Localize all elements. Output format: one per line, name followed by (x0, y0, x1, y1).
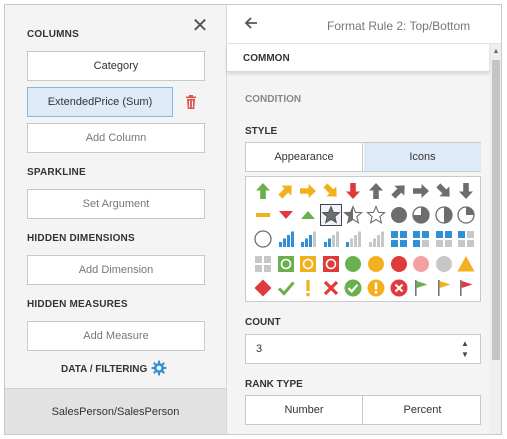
triangle-up-green-icon[interactable] (298, 205, 318, 225)
icons-tab[interactable]: Icons (364, 143, 481, 171)
hidden-measures-section-title: HIDDEN MEASURES (27, 299, 128, 310)
diamond-red-icon[interactable] (253, 278, 273, 298)
dashboard-designer-frame: ✕ COLUMNS Category ExtendedPrice (Sum) A… (4, 4, 502, 435)
rule-settings-scroll-area: CONDITION STYLE Appearance Icons COUNT 3… (227, 72, 489, 434)
circle-yellow-icon[interactable] (366, 254, 386, 274)
rank-type-section-title: RANK TYPE (245, 379, 303, 390)
arrow-up-right-gray-icon[interactable] (389, 181, 409, 201)
data-filtering-label: DATA / FILTERING (61, 364, 148, 375)
star-full-icon[interactable] (319, 204, 342, 227)
triangle-warning-yellow-icon[interactable] (456, 254, 476, 274)
cross-red-icon[interactable] (321, 278, 341, 298)
circle-green-icon[interactable] (343, 254, 363, 274)
hidden-dimensions-section-title: HIDDEN DIMENSIONS (27, 233, 135, 244)
boxes-1-icon[interactable] (456, 229, 476, 249)
cross-circle-red-icon[interactable] (389, 278, 409, 298)
flag-red-icon[interactable] (456, 278, 476, 298)
common-section-header[interactable]: COMMON (227, 44, 489, 72)
arrow-down-right-yellow-icon[interactable] (321, 181, 341, 201)
count-value[interactable]: 3 (256, 343, 262, 355)
exclamation-yellow-icon[interactable] (298, 278, 318, 298)
circle-empty-icon[interactable] (253, 229, 273, 249)
bars-3-icon[interactable] (298, 229, 318, 249)
appearance-tab[interactable]: Appearance (246, 143, 363, 171)
square-yellow-icon[interactable] (298, 254, 318, 274)
check-circle-green-icon[interactable] (343, 278, 363, 298)
add-measure-button[interactable]: Add Measure (27, 321, 205, 351)
square-green-icon[interactable] (276, 254, 296, 274)
flag-yellow-icon[interactable] (434, 278, 454, 298)
star-empty-icon[interactable] (366, 205, 386, 225)
style-toggle: Appearance Icons (245, 142, 481, 172)
count-spin-editor[interactable]: 3 ▲ ▼ (245, 334, 481, 364)
arrow-up-gray-icon[interactable] (366, 181, 386, 201)
column-extendedprice-button[interactable]: ExtendedPrice (Sum) (27, 87, 173, 117)
square-red-icon[interactable] (321, 254, 341, 274)
set-argument-button[interactable]: Set Argument (27, 189, 205, 219)
circle-full-gray-icon[interactable] (389, 205, 409, 225)
boxes-3-icon[interactable] (411, 229, 431, 249)
star-half-icon[interactable] (343, 205, 364, 225)
circle-quarter-icon[interactable] (456, 205, 476, 225)
spin-down-icon[interactable]: ▼ (458, 350, 472, 360)
arrow-up-right-yellow-icon[interactable] (276, 181, 296, 201)
scrollbar-thumb[interactable] (492, 60, 500, 360)
triangle-down-red-icon[interactable] (276, 205, 296, 225)
arrow-down-right-gray-icon[interactable] (434, 181, 454, 201)
bars-2-icon[interactable] (321, 229, 341, 249)
bars-0-icon[interactable] (366, 229, 386, 249)
vertical-scrollbar[interactable]: ▲ (489, 44, 501, 434)
boxes-0-icon[interactable] (253, 254, 273, 274)
check-green-icon[interactable] (276, 278, 296, 298)
circle-red-icon[interactable] (389, 254, 409, 274)
icon-grid (245, 176, 481, 302)
format-rule-panel: Format Rule 2: Top/Bottom COMMON CONDITI… (227, 5, 501, 434)
circle-three-quarter-icon[interactable] (411, 205, 431, 225)
circle-gray-icon[interactable] (434, 254, 454, 274)
gear-icon[interactable] (151, 360, 167, 376)
arrow-down-red-icon[interactable] (343, 181, 363, 201)
spin-up-icon[interactable]: ▲ (458, 339, 472, 349)
column-category-button[interactable]: Category (27, 51, 205, 81)
circle-pink-icon[interactable] (411, 254, 431, 274)
bars-4-icon[interactable] (276, 229, 296, 249)
sparkline-section-title: SPARKLINE (27, 167, 86, 178)
circle-half-icon[interactable] (434, 205, 454, 225)
arrow-down-gray-icon[interactable] (456, 181, 476, 201)
condition-section-title: CONDITION (245, 94, 302, 105)
exclamation-circle-yellow-icon[interactable] (366, 278, 386, 298)
rank-number-option[interactable]: Number (246, 396, 363, 424)
count-section-title: COUNT (245, 317, 281, 328)
arrow-right-yellow-icon[interactable] (298, 181, 318, 201)
arrow-right-gray-icon[interactable] (411, 181, 431, 201)
add-column-button[interactable]: Add Column (27, 123, 205, 153)
arrow-up-green-icon[interactable] (253, 181, 273, 201)
bars-1-icon[interactable] (343, 229, 363, 249)
common-section-title: COMMON (243, 53, 290, 64)
rule-title: Format Rule 2: Top/Bottom (327, 19, 471, 33)
style-section-title: STYLE (245, 126, 278, 137)
bottom-dimension-item[interactable]: SalesPerson/SalesPerson (5, 388, 226, 434)
columns-section-title: COLUMNS (27, 29, 79, 40)
add-dimension-button[interactable]: Add Dimension (27, 255, 205, 285)
close-icon[interactable]: ✕ (191, 16, 209, 36)
flag-green-icon[interactable] (411, 278, 431, 298)
boxes-2-icon[interactable] (434, 229, 454, 249)
rank-type-toggle: Number Percent (245, 395, 481, 425)
rank-percent-option[interactable]: Percent (364, 396, 481, 424)
back-arrow-icon[interactable] (243, 15, 263, 35)
boxes-4-icon[interactable] (389, 229, 409, 249)
trash-icon[interactable] (185, 95, 197, 109)
scroll-up-icon[interactable]: ▲ (489, 46, 501, 58)
data-items-panel: ✕ COLUMNS Category ExtendedPrice (Sum) A… (5, 5, 227, 434)
dash-yellow-icon[interactable] (253, 205, 273, 225)
